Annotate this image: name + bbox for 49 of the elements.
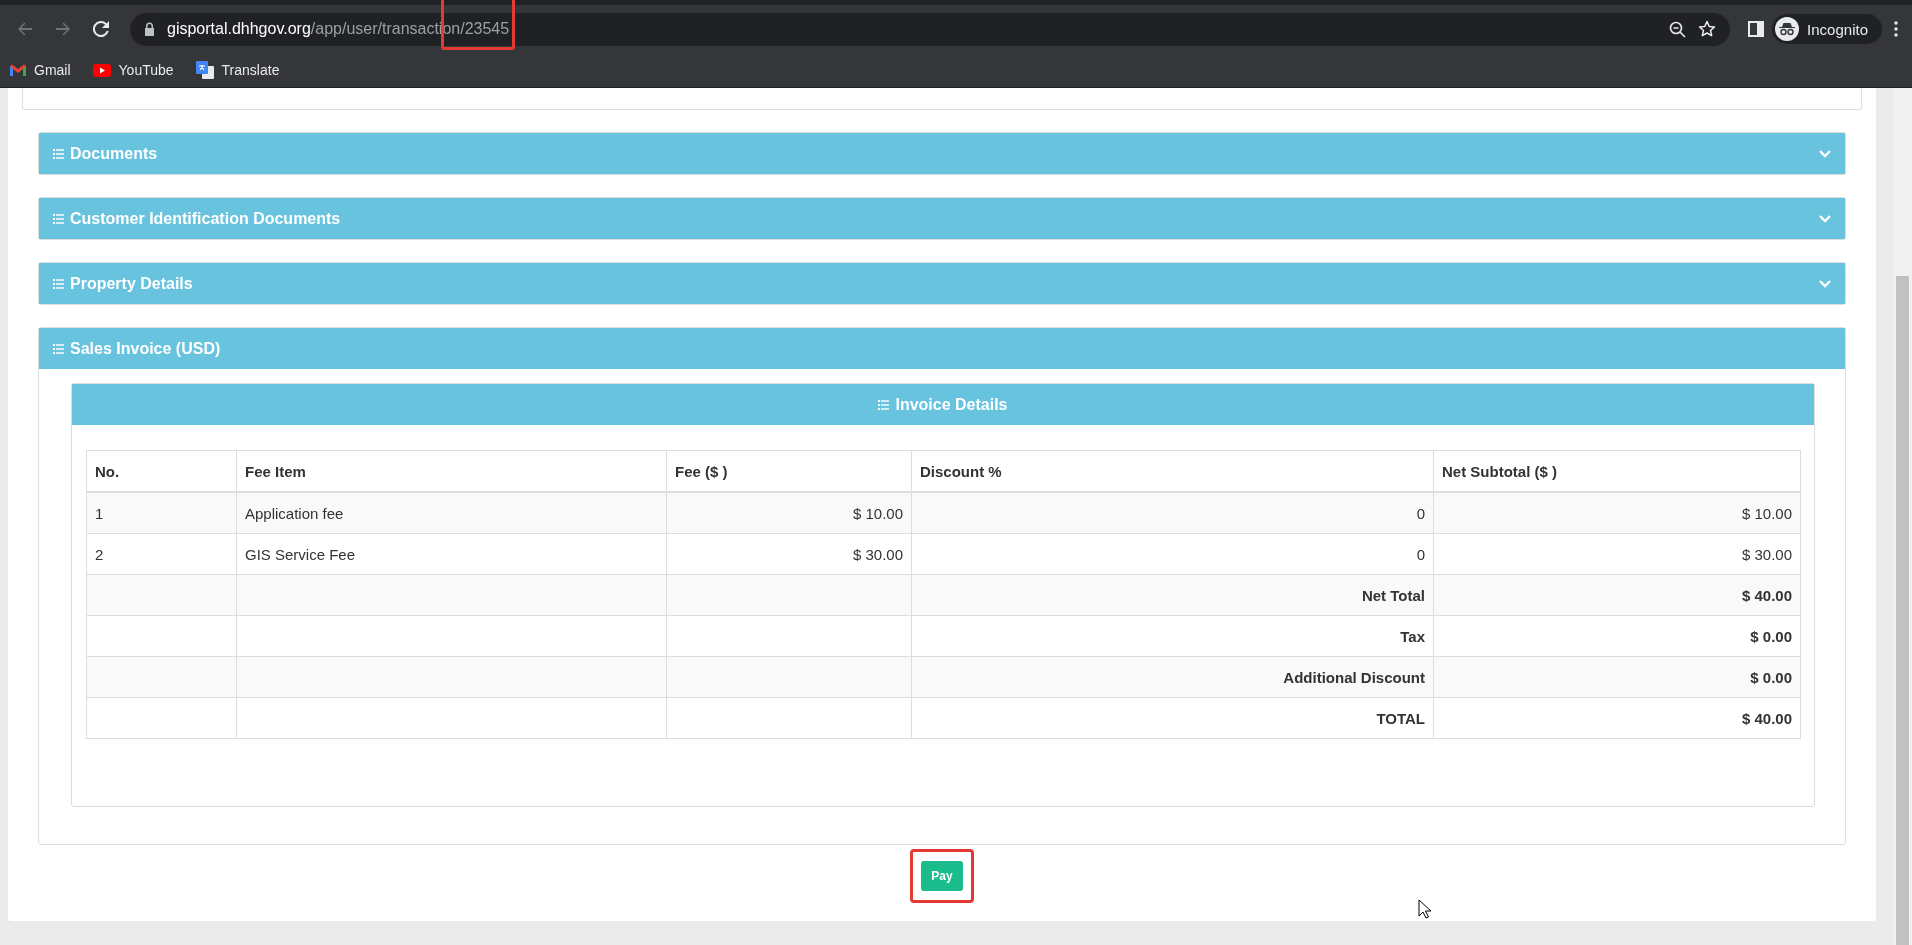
panel-title: Property Details <box>70 274 194 293</box>
table-cell: $ 40.00 <box>1433 697 1801 739</box>
panel-title: Customer Identification Documents <box>70 209 342 228</box>
table-cell: 0 <box>911 533 1434 575</box>
table-cell: $ 10.00 <box>1433 492 1801 534</box>
bookmark-link[interactable]: Translate <box>195 61 280 79</box>
panel-title: Documents <box>70 144 159 163</box>
table-cell: 2 <box>86 533 237 575</box>
forward-arrow-icon[interactable] <box>55 21 71 37</box>
table-cell: $ 30.00 <box>666 533 912 575</box>
table-cell: $ 30.00 <box>1433 533 1801 575</box>
scrollbar-thumb[interactable] <box>1896 276 1909 945</box>
panel-title: Sales Invoice (USD) <box>70 339 222 358</box>
table-cell: 1 <box>86 492 237 534</box>
table-cell: TOTAL <box>911 697 1434 739</box>
panel-title: Invoice Details <box>895 395 1008 414</box>
table-cell: $ 0.00 <box>1433 656 1801 698</box>
table-cell: Application fee <box>236 492 667 534</box>
table-cell: Net Total <box>911 574 1434 616</box>
table-cell: GIS Service Fee <box>236 533 667 575</box>
table-cell: $ 40.00 <box>1433 574 1801 616</box>
list-icon <box>53 343 64 354</box>
chevron-down-icon <box>1819 279 1831 288</box>
reload-icon[interactable] <box>93 21 109 37</box>
envelope-icon <box>10 64 26 76</box>
chevron-down-icon <box>1819 149 1831 158</box>
table-cell: 0 <box>911 492 1434 534</box>
list-icon <box>53 148 64 159</box>
list-icon <box>878 399 890 410</box>
list-icon <box>53 213 64 224</box>
bookmark-link[interactable]: Gmail <box>10 62 71 78</box>
table-cell: $ 10.00 <box>666 492 912 534</box>
lock-icon <box>144 22 155 36</box>
scrollbar[interactable] <box>1893 88 1912 945</box>
table-cell: Tax <box>911 615 1434 657</box>
spy-icon <box>1778 22 1797 36</box>
translate-icon <box>195 61 214 79</box>
table-cell: Additional Discount <box>911 656 1434 698</box>
zoom-out-icon[interactable] <box>1669 20 1687 38</box>
play-button-icon <box>92 63 111 77</box>
url-text: gisportal.dhhgov.org/app/user/transaction/23545 <box>167 20 1658 38</box>
back-arrow-icon[interactable] <box>17 21 33 37</box>
bookmark-link[interactable]: YouTube <box>92 62 174 78</box>
profile-button[interactable]: Incognito <box>1772 14 1882 44</box>
chevron-down-icon <box>1819 214 1831 223</box>
list-icon <box>53 278 64 289</box>
star-icon[interactable] <box>1698 20 1717 38</box>
table-cell: $ 0.00 <box>1433 615 1801 657</box>
side-panel-icon[interactable] <box>1748 21 1765 37</box>
